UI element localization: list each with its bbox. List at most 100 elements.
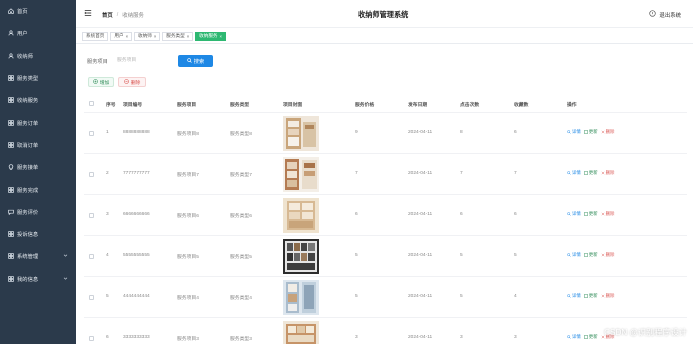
table-row[interactable]: 4 5555555555 服务项目5 服务类型5 5 2024-04-11 5 5 详情 更新 删除: [84, 235, 687, 276]
search-input[interactable]: [113, 54, 169, 66]
sidebar-item[interactable]: 服务完成: [0, 178, 76, 200]
table-header: 序号 项目编号 服务项目 服务类型 项目封面 服务价格 发布日期 点击次数 收藏…: [84, 95, 687, 112]
view-button[interactable]: 详情: [567, 252, 581, 258]
tab-tag[interactable]: 收纳师 ×: [134, 31, 161, 41]
sidebar-item[interactable]: 服务接单: [0, 156, 76, 178]
edit-label: 更新: [588, 293, 598, 298]
cell-index: 2: [106, 171, 109, 176]
tab-tag-label: 收纳服务: [199, 33, 218, 38]
home-icon: [7, 8, 14, 15]
cell-code: 6666666666: [123, 212, 150, 217]
search-button[interactable]: 搜索: [178, 55, 213, 67]
edit-button[interactable]: 更新: [583, 293, 598, 299]
delete-button[interactable]: 删除: [118, 77, 146, 87]
edit-button[interactable]: 更新: [583, 252, 598, 258]
view-button[interactable]: 详情: [567, 129, 581, 135]
close-icon[interactable]: ×: [220, 34, 222, 39]
tab-tag[interactable]: 服务类型 ×: [162, 31, 194, 41]
system-title: 收纳师管理系统: [358, 10, 409, 19]
row-checkbox[interactable]: [89, 336, 94, 341]
table-row[interactable]: 2 7777777777 服务项目7 服务类型7 7 2024-04-11 7 7 详情 更新 删除: [84, 153, 687, 194]
cell-date: 2024-04-11: [408, 212, 433, 217]
edit-button[interactable]: 更新: [583, 211, 598, 217]
sidebar-item[interactable]: 收纳师: [0, 45, 76, 67]
add-button-label: 增加: [99, 80, 110, 86]
sidebar-item[interactable]: 收纳服务: [0, 89, 76, 111]
delete-row-button[interactable]: 删除: [601, 252, 615, 258]
row-thumbnail: [283, 321, 319, 344]
sidebar-item[interactable]: 取消订单: [0, 134, 76, 156]
delete-row-button[interactable]: 删除: [601, 293, 614, 299]
sidebar-item[interactable]: 服务类型: [0, 67, 76, 89]
search-icon: [567, 253, 571, 257]
cell-price: 6: [355, 212, 358, 217]
close-icon: [601, 130, 604, 134]
view-button[interactable]: 详情: [567, 293, 581, 299]
grid-icon: [7, 97, 14, 104]
view-label: 详情: [572, 334, 581, 339]
close-icon[interactable]: ×: [154, 34, 156, 39]
delete-row-button[interactable]: 删除: [601, 170, 614, 176]
close-icon[interactable]: ×: [126, 34, 128, 39]
sidebar-item-label: 用户: [17, 31, 28, 38]
header-actions: 操作: [567, 103, 577, 108]
cell-index: 3: [106, 212, 109, 217]
tab-tag[interactable]: 系统首页: [82, 31, 109, 41]
cell-item: 服务项目6: [177, 214, 199, 219]
cell-index: 5: [106, 294, 109, 299]
cell-favorites: 6: [514, 130, 517, 135]
menu-toggle-icon[interactable]: [84, 9, 92, 17]
table-row[interactable]: 5 4444444444 服务项目4 服务类型4 5 2024-04-11 5 4 详情 更新 删除: [84, 276, 687, 317]
header-image: 项目封面: [283, 103, 303, 108]
cell-clicks: 8: [460, 130, 463, 135]
row-checkbox[interactable]: [89, 295, 94, 300]
cell-item: 服务项目8: [177, 132, 199, 137]
edit-icon: [583, 253, 588, 257]
cell-favorites: 5: [514, 253, 517, 258]
table-row[interactable]: 1 8888888888 服务项目8 服务类型8 9 2024-04-11 8 6 详情 更新 删除: [84, 112, 687, 153]
sidebar-item[interactable]: 服务订单: [0, 111, 76, 133]
table-row[interactable]: 3 6666666666 服务项目6 服务类型6 6 2024-04-11 6 6 详情 更新 删除: [84, 194, 687, 235]
close-icon[interactable]: ×: [187, 34, 189, 39]
cell-index: 6: [106, 335, 109, 340]
table-row[interactable]: 6 3333333333 服务项目3 服务类型3 3 2024-04-11 3 3 详情 更新 删除: [84, 317, 687, 344]
edit-button[interactable]: 更新: [583, 170, 598, 176]
close-icon: [601, 212, 604, 216]
tab-tag[interactable]: 用户 ×: [110, 31, 133, 41]
sidebar-item[interactable]: 投诉信息: [0, 223, 76, 245]
header-type: 服务类型: [230, 103, 250, 108]
search-icon: [567, 335, 571, 339]
logout-button[interactable]: 退出系统: [649, 10, 681, 19]
chevron-down-icon: [63, 253, 68, 258]
cell-type: 服务类型8: [230, 132, 252, 137]
row-checkbox[interactable]: [89, 131, 94, 136]
row-checkbox[interactable]: [89, 254, 94, 259]
sidebar-item[interactable]: 系统管理: [0, 245, 76, 267]
grid-icon: [7, 253, 14, 260]
edit-button[interactable]: 更新: [583, 334, 598, 340]
sidebar-item[interactable]: 我的信息: [0, 268, 76, 290]
row-checkbox[interactable]: [89, 213, 94, 218]
row-checkbox[interactable]: [89, 172, 94, 177]
delete-row-button[interactable]: 删除: [601, 211, 614, 217]
add-button[interactable]: 增加: [88, 77, 114, 87]
cell-index: 4: [106, 253, 109, 258]
sidebar-item[interactable]: 首页: [0, 0, 76, 22]
sidebar-item-label: 系统管理: [17, 254, 39, 261]
row-thumbnail: [283, 116, 319, 151]
view-button[interactable]: 详情: [567, 334, 581, 340]
sidebar-item[interactable]: 服务评价: [0, 201, 76, 223]
select-all-checkbox[interactable]: [89, 101, 94, 106]
edit-button[interactable]: 更新: [583, 129, 598, 135]
edit-label: 更新: [588, 211, 598, 216]
sidebar-item-label: 服务完成: [17, 187, 39, 194]
view-button[interactable]: 详情: [567, 170, 581, 176]
logout-label: 退出系统: [659, 12, 681, 19]
view-button[interactable]: 详情: [567, 211, 581, 217]
cell-index: 1: [106, 130, 109, 135]
tab-tag[interactable]: 收纳服务 ×: [195, 31, 226, 41]
breadcrumb-home[interactable]: 首页: [102, 11, 113, 19]
sidebar-item[interactable]: 用户: [0, 22, 76, 44]
delete-row-button[interactable]: 删除: [601, 129, 614, 135]
delete-label: 删除: [605, 252, 615, 257]
